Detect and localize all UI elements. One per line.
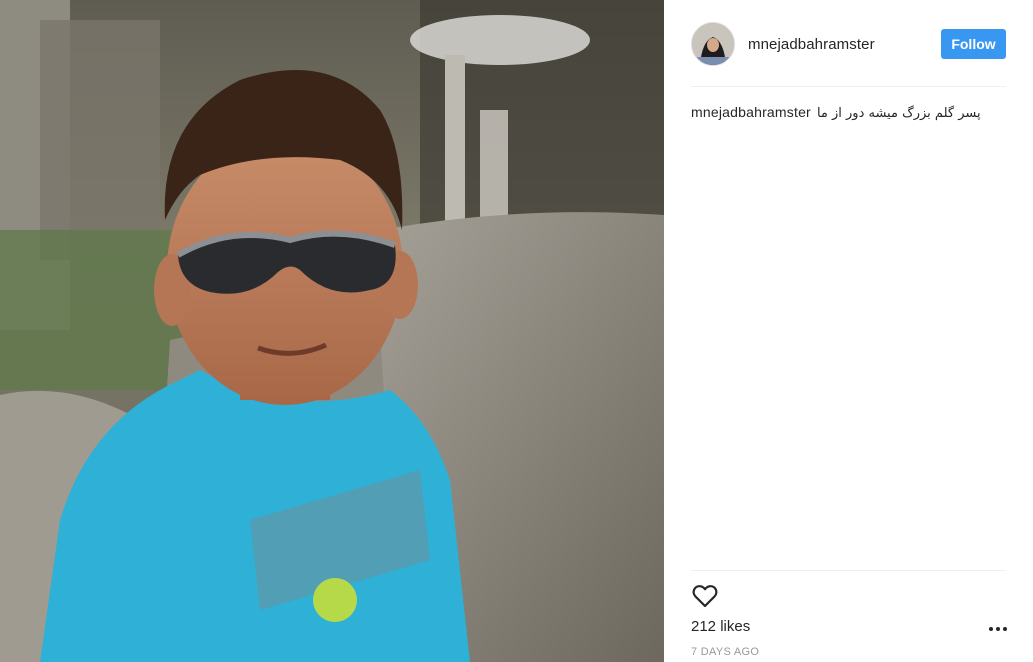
post-photo[interactable] xyxy=(0,0,664,662)
username-link[interactable]: mnejadbahramster xyxy=(748,36,941,53)
dot xyxy=(1003,627,1007,631)
avatar[interactable] xyxy=(691,22,735,66)
dot xyxy=(989,627,993,631)
caption-username-link[interactable]: mnejadbahramster xyxy=(691,104,811,120)
post-header: mnejadbahramster Follow xyxy=(691,20,1006,68)
actions-divider xyxy=(691,570,1006,571)
caption-text: پسر گلم بزرگ میشه دور از ما xyxy=(816,106,981,121)
heart-outline-icon[interactable] xyxy=(691,582,719,610)
avatar-image xyxy=(692,23,734,65)
follow-button[interactable]: Follow xyxy=(941,29,1006,59)
post-caption: mnejadbahramster پسر گلم بزرگ میشه دور از… xyxy=(691,102,1006,124)
post-timestamp[interactable]: 7 DAYS AGO xyxy=(691,646,759,658)
more-options-icon[interactable] xyxy=(989,624,1007,634)
header-divider xyxy=(691,86,1006,87)
likes-count[interactable]: 212 likes xyxy=(691,618,750,635)
post-photo-image xyxy=(0,0,664,662)
post-sidebar: mnejadbahramster Follow mnejadbahramster… xyxy=(664,0,1033,662)
dot xyxy=(996,627,1000,631)
